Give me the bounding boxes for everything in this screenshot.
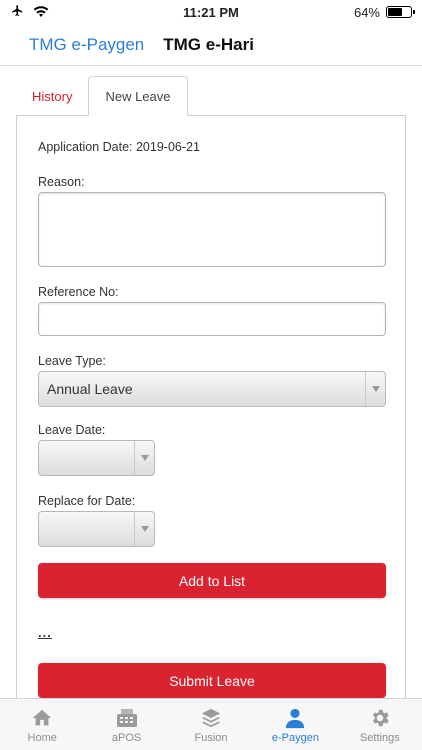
chevron-down-icon <box>134 512 154 546</box>
chevron-down-icon <box>134 441 154 475</box>
chevron-down-icon <box>365 372 385 406</box>
status-left <box>10 4 130 20</box>
nav-epaygen[interactable]: e-Paygen <box>253 699 337 750</box>
battery-fill <box>388 8 403 16</box>
reference-label: Reference No: <box>38 285 119 299</box>
reference-input[interactable] <box>38 302 386 336</box>
leave-list-more-link[interactable]: ... <box>38 625 52 640</box>
nav-fusion[interactable]: Fusion <box>169 699 253 750</box>
nav-home-label: Home <box>27 731 57 744</box>
page-title: TMG e-Hari <box>163 34 254 54</box>
person-icon <box>283 706 307 730</box>
submit-leave-button[interactable]: Submit Leave <box>38 663 386 698</box>
nav-home[interactable]: Home <box>0 699 84 750</box>
status-right: 64% <box>353 4 415 20</box>
register-icon <box>115 706 139 730</box>
home-icon <box>30 706 54 730</box>
reason-label: Reason: <box>38 175 85 189</box>
replace-date-label: Replace for Date: <box>38 494 136 508</box>
leave-type-label: Leave Type: <box>38 354 106 368</box>
gear-icon <box>368 706 392 730</box>
application-date: Application Date: 2019-06-21 <box>38 140 200 154</box>
wifi-icon <box>33 5 49 20</box>
leave-date-label: Leave Date: <box>38 423 106 437</box>
nav-epaygen-label: e-Paygen <box>271 731 319 744</box>
leave-type-value: Annual Leave <box>47 381 133 397</box>
tab-new-leave[interactable]: New Leave <box>88 76 188 116</box>
add-to-list-button[interactable]: Add to List <box>38 563 386 598</box>
nav-fusion-label: Fusion <box>194 731 228 744</box>
nav-apos-label: aPOS <box>111 731 142 744</box>
nav-settings[interactable]: Settings <box>338 699 422 750</box>
replace-date-select[interactable] <box>38 511 155 547</box>
epaygen-link[interactable]: TMG e-Paygen <box>29 35 144 55</box>
leave-date-select[interactable] <box>38 440 155 476</box>
nav-apos[interactable]: aPOS <box>84 699 168 750</box>
status-bar: 11:21 PM 64% <box>0 0 422 24</box>
tab-bar: History New Leave <box>16 76 188 116</box>
airplane-icon <box>10 4 25 20</box>
battery-icon <box>386 6 415 18</box>
battery-percent: 64% <box>353 4 380 20</box>
leave-type-select[interactable]: Annual Leave <box>38 371 386 407</box>
tab-history[interactable]: History <box>16 76 88 116</box>
reason-textarea[interactable] <box>38 192 386 267</box>
nav-settings-label: Settings <box>359 731 400 744</box>
app-header: TMG e-Paygen TMG e-Hari <box>0 24 422 66</box>
bottom-nav: Home aPOS Fusion e-Paygen Settings <box>0 698 422 750</box>
layers-icon <box>199 706 223 730</box>
new-leave-form: Application Date: 2019-06-21 Reason: Ref… <box>16 115 406 715</box>
